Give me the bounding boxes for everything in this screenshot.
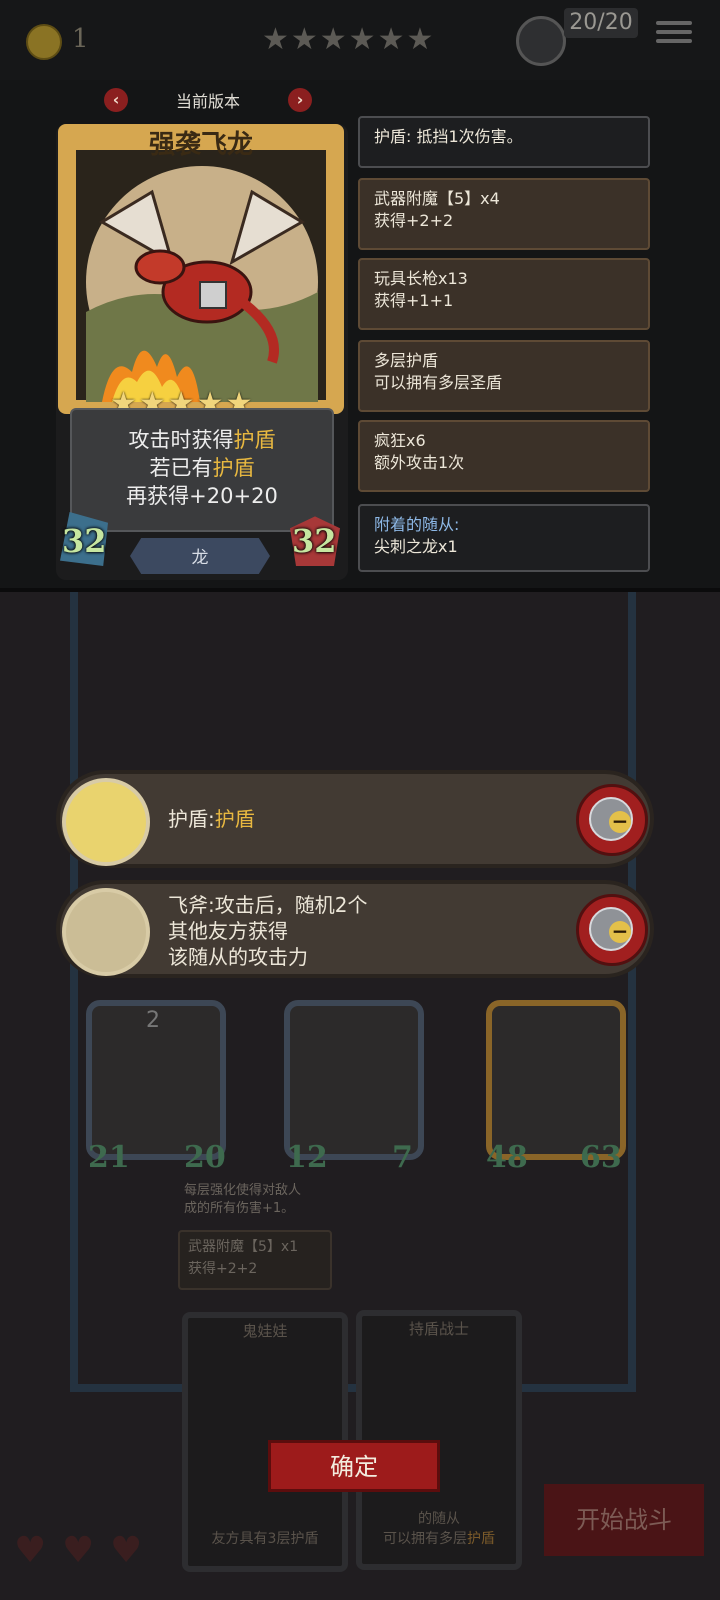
info-panel-multi-shield: 多层护盾 可以拥有多层圣盾: [358, 340, 650, 412]
keyword-axe-line-1: 飞斧:攻击后，随机2个: [168, 893, 368, 917]
minion-attack: 48: [486, 1140, 528, 1175]
info-text: 获得+1+1: [374, 291, 454, 310]
remove-keyword-button[interactable]: −: [576, 784, 648, 856]
info-title: 附着的随从:: [374, 515, 460, 534]
keyword-shield-text: 护盾:护盾: [168, 806, 255, 832]
minion-attack: 21: [88, 1140, 130, 1175]
health-badge: 20/20: [564, 8, 638, 38]
remove-keyword-button[interactable]: −: [576, 894, 648, 966]
heart-icon: ♥: [62, 1530, 95, 1571]
coin-icon: [26, 24, 62, 60]
card-title: 强袭飞龙: [148, 130, 253, 160]
hand-card-text-1: 的随从: [418, 1511, 460, 1527]
info-text: 护盾: 抵挡1次伤害。: [374, 127, 523, 146]
info-title: 多层护盾: [374, 351, 439, 370]
info-text: 尖刺之龙x1: [374, 537, 458, 556]
faint-enchant-text: 获得+2+2: [188, 1261, 258, 1277]
version-label: 当前版本: [175, 92, 240, 111]
minion-health: 7: [392, 1140, 413, 1175]
menu-icon[interactable]: [656, 16, 692, 50]
heart-icon: ♥: [110, 1530, 143, 1571]
info-text: 额外攻击1次: [374, 453, 465, 472]
keyword-axe-line-3: 该随从的攻击力: [168, 945, 308, 969]
desc-text: 攻击时获得: [128, 428, 234, 452]
next-version-button[interactable]: ›: [288, 88, 312, 112]
coin-count: 1: [72, 24, 89, 54]
minion-slot-3[interactable]: [486, 1000, 626, 1160]
card-tribe: 龙: [191, 548, 209, 568]
minion-tier: 2: [146, 1008, 160, 1033]
hand-keyword: 护盾: [467, 1531, 495, 1547]
info-panel-frenzy: 疯狂x6 额外攻击1次: [358, 420, 650, 492]
heart-icon: ♥: [14, 1530, 47, 1571]
minus-icon: −: [609, 921, 631, 943]
minion-slot-2[interactable]: [284, 1000, 424, 1160]
card-attack: 32: [62, 522, 107, 560]
minion-health: 20: [184, 1140, 226, 1175]
keyword-highlight: 护盾: [214, 807, 255, 831]
dragon-art-icon: [86, 166, 318, 402]
desc-keyword: 护盾: [212, 456, 255, 480]
previous-version-button[interactable]: ‹: [104, 88, 128, 112]
info-panel-enchant: 武器附魔【5】x4 获得+2+2: [358, 178, 650, 250]
card-health: 32: [292, 522, 337, 560]
info-title: 疯狂x6: [374, 431, 426, 450]
keyword-axe-line-2: 其他友方获得: [168, 919, 288, 943]
board-frame: [70, 592, 636, 1392]
level-stars: ★★★★★★: [262, 22, 436, 57]
info-text: 获得+2+2: [374, 211, 454, 230]
shield-keyword-icon: [62, 778, 150, 866]
info-title: 玩具长枪x13: [374, 269, 468, 288]
hand-text: 可以拥有多层: [383, 1531, 467, 1547]
start-battle-button[interactable]: 开始战斗: [544, 1484, 704, 1556]
keyword-prefix: 护盾:: [168, 807, 215, 831]
shield-icon: −: [589, 797, 633, 841]
minus-icon: −: [609, 811, 631, 833]
confirm-button[interactable]: 确定: [268, 1440, 440, 1492]
hand-card-text-2: 可以拥有多层护盾: [356, 1528, 522, 1548]
axe-keyword-icon: [62, 888, 150, 976]
card-desc-line-1: 攻击时获得护盾: [70, 424, 334, 454]
info-panel-shield: 护盾: 抵挡1次伤害。: [358, 116, 650, 168]
info-text: 可以拥有多层圣盾: [374, 373, 503, 392]
info-title: 武器附魔【5】x4: [374, 189, 500, 208]
faint-tooltip-line-1: 每层强化使得对敌人: [184, 1183, 302, 1198]
card-desc-line-2: 若已有护盾: [70, 452, 334, 482]
hand-card-title: 持盾战士: [408, 1320, 469, 1338]
minion-attack: 12: [286, 1140, 328, 1175]
card-desc-line-3: 再获得+20+20: [126, 484, 278, 508]
player-avatar[interactable]: [516, 16, 566, 66]
hand-card-text: 友方具有3层护盾: [211, 1531, 319, 1547]
desc-keyword: 护盾: [233, 428, 276, 452]
desc-text: 若已有: [149, 456, 213, 480]
shield-icon: −: [589, 907, 633, 951]
faint-enchant-title: 武器附魔【5】x1: [188, 1239, 299, 1255]
faint-tooltip-line-2: 成的所有伤害+1。: [184, 1201, 295, 1216]
info-panel-lance: 玩具长枪x13 获得+1+1: [358, 258, 650, 330]
info-panel-attached: 附着的随从: 尖刺之龙x1: [358, 504, 650, 572]
minion-health: 63: [580, 1140, 622, 1175]
hand-card-title: 鬼娃娃: [242, 1322, 288, 1340]
